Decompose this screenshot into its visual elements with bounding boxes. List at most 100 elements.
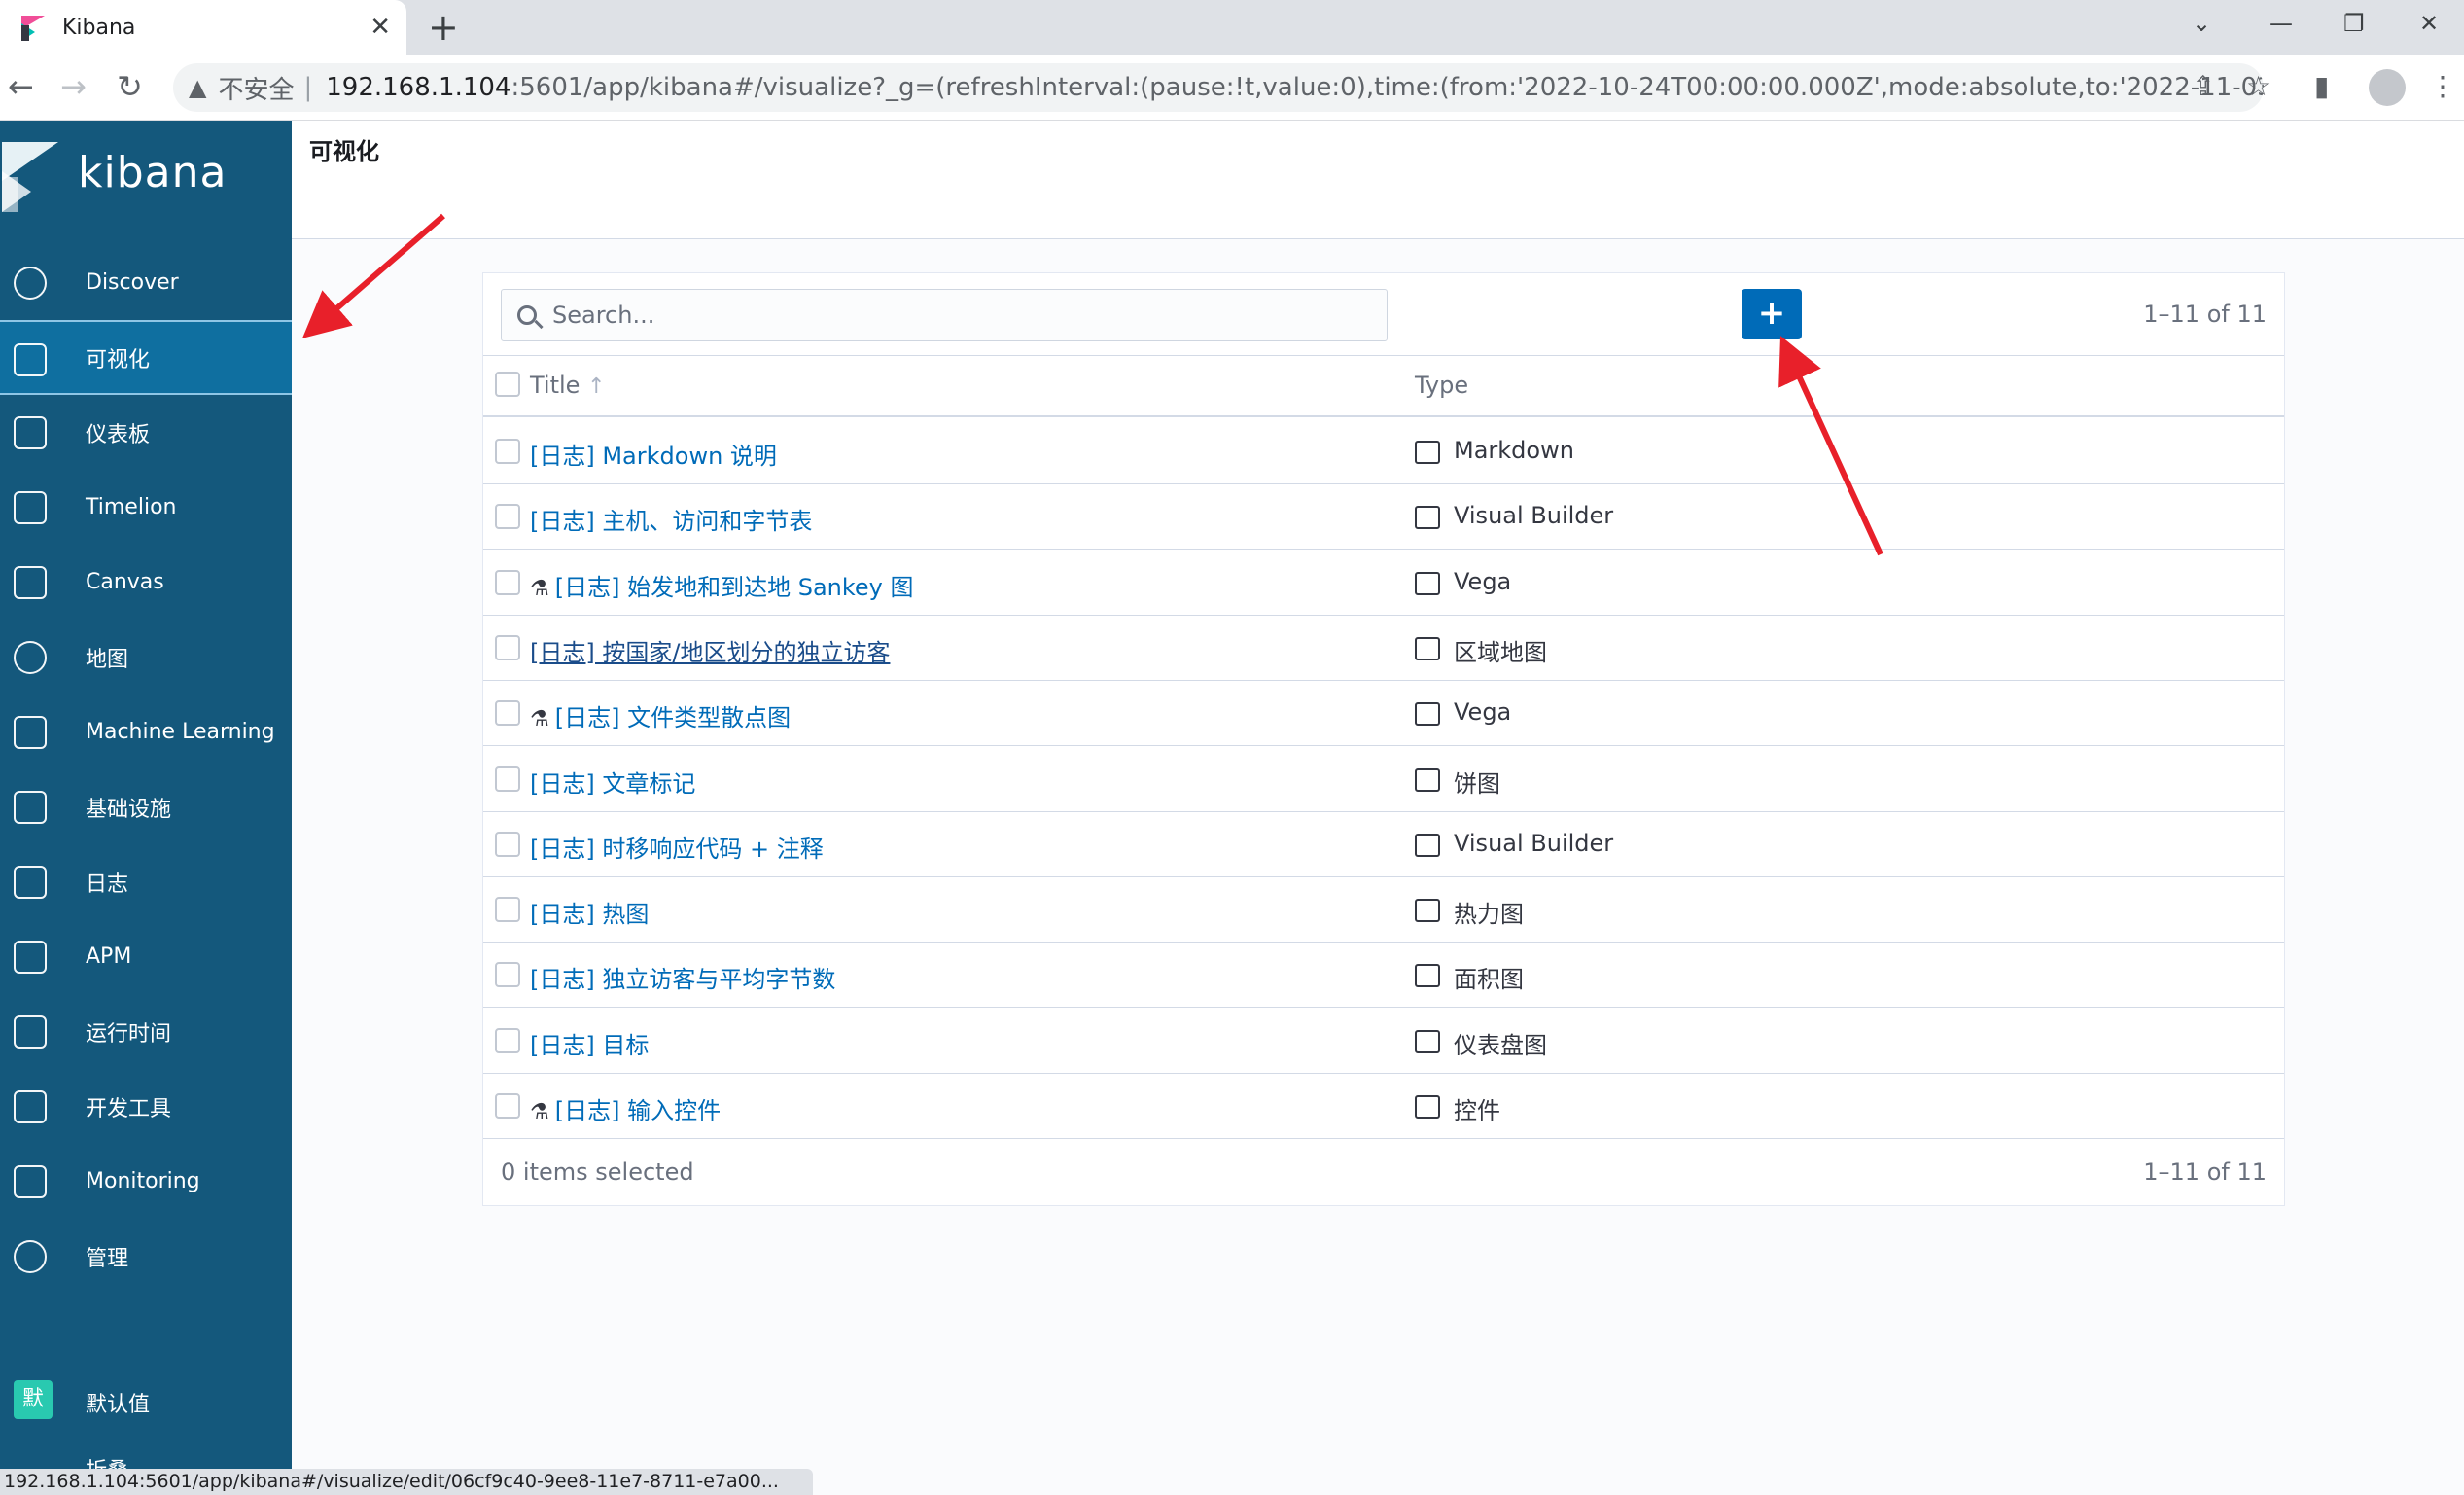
table-row: ⚗ [日志] 始发地和到达地 Sankey 图 Vega <box>483 551 2284 616</box>
side-panel-icon[interactable]: ▮ <box>2314 67 2329 106</box>
infrastructure-icon <box>14 791 47 824</box>
sidebar-item-5[interactable]: 地图 <box>0 620 292 694</box>
row-checkbox[interactable] <box>495 831 520 857</box>
row-checkbox[interactable] <box>495 439 520 464</box>
sidebar-item-8[interactable]: 日志 <box>0 844 292 919</box>
row-checkbox[interactable] <box>495 634 520 660</box>
nav-list: Discover 可视化仪表板 Timelion Canvas 地图 Machine Le… <box>0 245 292 1294</box>
visualization-title-link[interactable]: [日志] 主机、访问和字节表 <box>530 502 812 536</box>
sidebar-item-9[interactable]: APM <box>0 919 292 994</box>
window-close-button[interactable]: ✕ <box>2419 10 2439 37</box>
create-visualization-button[interactable]: + <box>1742 289 1802 339</box>
sidebar-item-13[interactable]: 管理 <box>0 1219 292 1294</box>
search-input[interactable] <box>550 301 1377 330</box>
menu-kebab-icon[interactable]: ⋮ <box>2429 67 2456 106</box>
sidebar-item-label: 管理 <box>86 1246 129 1271</box>
select-all-checkbox[interactable] <box>495 372 520 397</box>
bookmark-star-icon[interactable]: ☆ <box>2246 67 2270 106</box>
url-bar[interactable]: ▲ 不安全 | 192.168.1.104:5601/app/kibana#/v… <box>173 63 2264 112</box>
sidebar-item-label: 日志 <box>86 872 129 897</box>
row-checkbox[interactable] <box>495 700 520 727</box>
row-checkbox[interactable] <box>495 765 520 792</box>
table-row: [日志] 热图 热力图 <box>483 877 2284 943</box>
tab-search-icon[interactable]: ⌄ <box>2192 10 2211 37</box>
sidebar-item-label: 仪表板 <box>86 422 151 447</box>
restore-button[interactable]: ❐ <box>2343 10 2365 37</box>
visualization-title-link[interactable]: [日志] 按国家/地区划分的独立访客 <box>530 633 890 667</box>
sidebar-item-0[interactable]: Discover <box>0 245 292 320</box>
sidebar-item-7[interactable]: 基础设施 <box>0 769 292 844</box>
visualization-title-link[interactable]: [日志] 目标 <box>530 1026 649 1060</box>
kibana-logo-icon <box>0 142 58 212</box>
title-text: [日志] 时移响应代码 + 注释 <box>530 835 824 863</box>
sidebar-item-label: Canvas <box>86 570 164 594</box>
sidebar-item-12[interactable]: Monitoring <box>0 1144 292 1219</box>
visualization-title-link[interactable]: [日志] 时移响应代码 + 注释 <box>530 830 824 864</box>
new-tab-button[interactable]: + <box>428 8 459 47</box>
minimize-button[interactable]: — <box>2270 10 2293 37</box>
visualization-title-link[interactable]: ⚗ [日志] 文件类型散点图 <box>530 698 791 732</box>
browser-tab[interactable]: Kibana ✕ <box>0 0 406 55</box>
visualization-title-link[interactable]: [日志] 独立访客与平均字节数 <box>530 960 835 994</box>
row-checkbox[interactable] <box>495 897 520 923</box>
url-host: 192.168.1.104 <box>326 73 511 102</box>
uptime-icon <box>14 1015 47 1049</box>
table-row: [日志] 时移响应代码 + 注释 Visual Builder <box>483 812 2284 877</box>
forward-arrow-icon[interactable]: → <box>60 67 87 106</box>
url-rest: :5601/app/kibana#/visualize?_g=(refreshI… <box>510 73 2264 102</box>
kibana-sidebar: kibana Discover 可视化仪表板 Timelion Canvas 地图 Mac… <box>0 121 292 1495</box>
row-checkbox[interactable] <box>495 1027 520 1053</box>
visualization-type-icon <box>1415 1029 1440 1053</box>
visualization-type-icon <box>1415 899 1440 923</box>
sidebar-item-11[interactable]: 开发工具 <box>0 1069 292 1144</box>
sidebar-item-3[interactable]: Timelion <box>0 470 292 545</box>
visualizations-table-panel: + 1–11 of 11 Title ↑ Type [日志] Markdown … <box>482 272 2285 1206</box>
row-checkbox[interactable] <box>495 1093 520 1119</box>
visualization-title-link[interactable]: ⚗ [日志] 始发地和到达地 Sankey 图 <box>530 568 914 602</box>
title-text: [日志] 目标 <box>530 1031 650 1059</box>
visualization-title-link[interactable]: [日志] Markdown 说明 <box>530 437 777 471</box>
sidebar-item-label: APM <box>86 944 132 969</box>
visualization-title-link[interactable]: [日志] 热图 <box>530 895 649 929</box>
sidebar-item-2[interactable]: 仪表板 <box>0 395 292 470</box>
visualize-icon <box>14 343 47 376</box>
search-box[interactable] <box>501 289 1388 341</box>
experimental-flask-icon: ⚗ <box>530 1100 549 1124</box>
warning-triangle-icon: ▲ <box>189 74 207 101</box>
visualization-title-link[interactable]: [日志] 文章标记 <box>530 765 695 799</box>
pagination-count-top: 1–11 of 11 <box>2143 301 2267 328</box>
sidebar-item-label: 开发工具 <box>86 1096 172 1121</box>
back-arrow-icon[interactable]: ← <box>8 67 34 106</box>
visualization-type: Vega <box>1454 567 1512 595</box>
sidebar-item-4[interactable]: Canvas <box>0 545 292 620</box>
table-row: [日志] Markdown 说明 Markdown <box>483 419 2284 484</box>
search-icon <box>517 305 537 325</box>
row-checkbox[interactable] <box>495 504 520 530</box>
row-checkbox[interactable] <box>495 962 520 988</box>
title-text: [日志] 按国家/地区划分的独立访客 <box>530 638 891 666</box>
column-title[interactable]: Title ↑ <box>530 372 606 399</box>
title-text: [日志] 热图 <box>530 901 650 929</box>
sidebar-item-6[interactable]: Machine Learning <box>0 694 292 769</box>
apm-icon <box>14 941 47 974</box>
column-type[interactable]: Type <box>1415 372 1468 399</box>
visualization-title-link[interactable]: ⚗ [日志] 输入控件 <box>530 1091 721 1125</box>
space-avatar[interactable]: 默 <box>14 1380 53 1419</box>
security-label[interactable]: 不安全 <box>218 70 294 106</box>
kibana-logo[interactable]: kibana <box>0 142 292 212</box>
table-row: [日志] 文章标记 饼图 <box>483 747 2284 812</box>
table-header: Title ↑ Type <box>483 355 2284 417</box>
visualization-type-icon <box>1415 636 1440 660</box>
space-label[interactable]: 默认值 <box>86 1387 150 1418</box>
sidebar-item-10[interactable]: 运行时间 <box>0 994 292 1069</box>
visualization-type-icon <box>1415 506 1440 530</box>
share-icon[interactable]: ⇪ <box>2192 67 2214 106</box>
reload-icon[interactable]: ↻ <box>117 67 143 106</box>
row-checkbox[interactable] <box>495 569 520 595</box>
sidebar-item-1[interactable]: 可视化 <box>0 320 292 395</box>
devtools-icon <box>14 1090 47 1123</box>
profile-avatar-icon[interactable] <box>2369 69 2406 106</box>
tab-close-icon[interactable]: ✕ <box>370 14 391 41</box>
experimental-flask-icon: ⚗ <box>530 576 549 601</box>
breadcrumb[interactable]: 可视化 <box>309 132 379 166</box>
